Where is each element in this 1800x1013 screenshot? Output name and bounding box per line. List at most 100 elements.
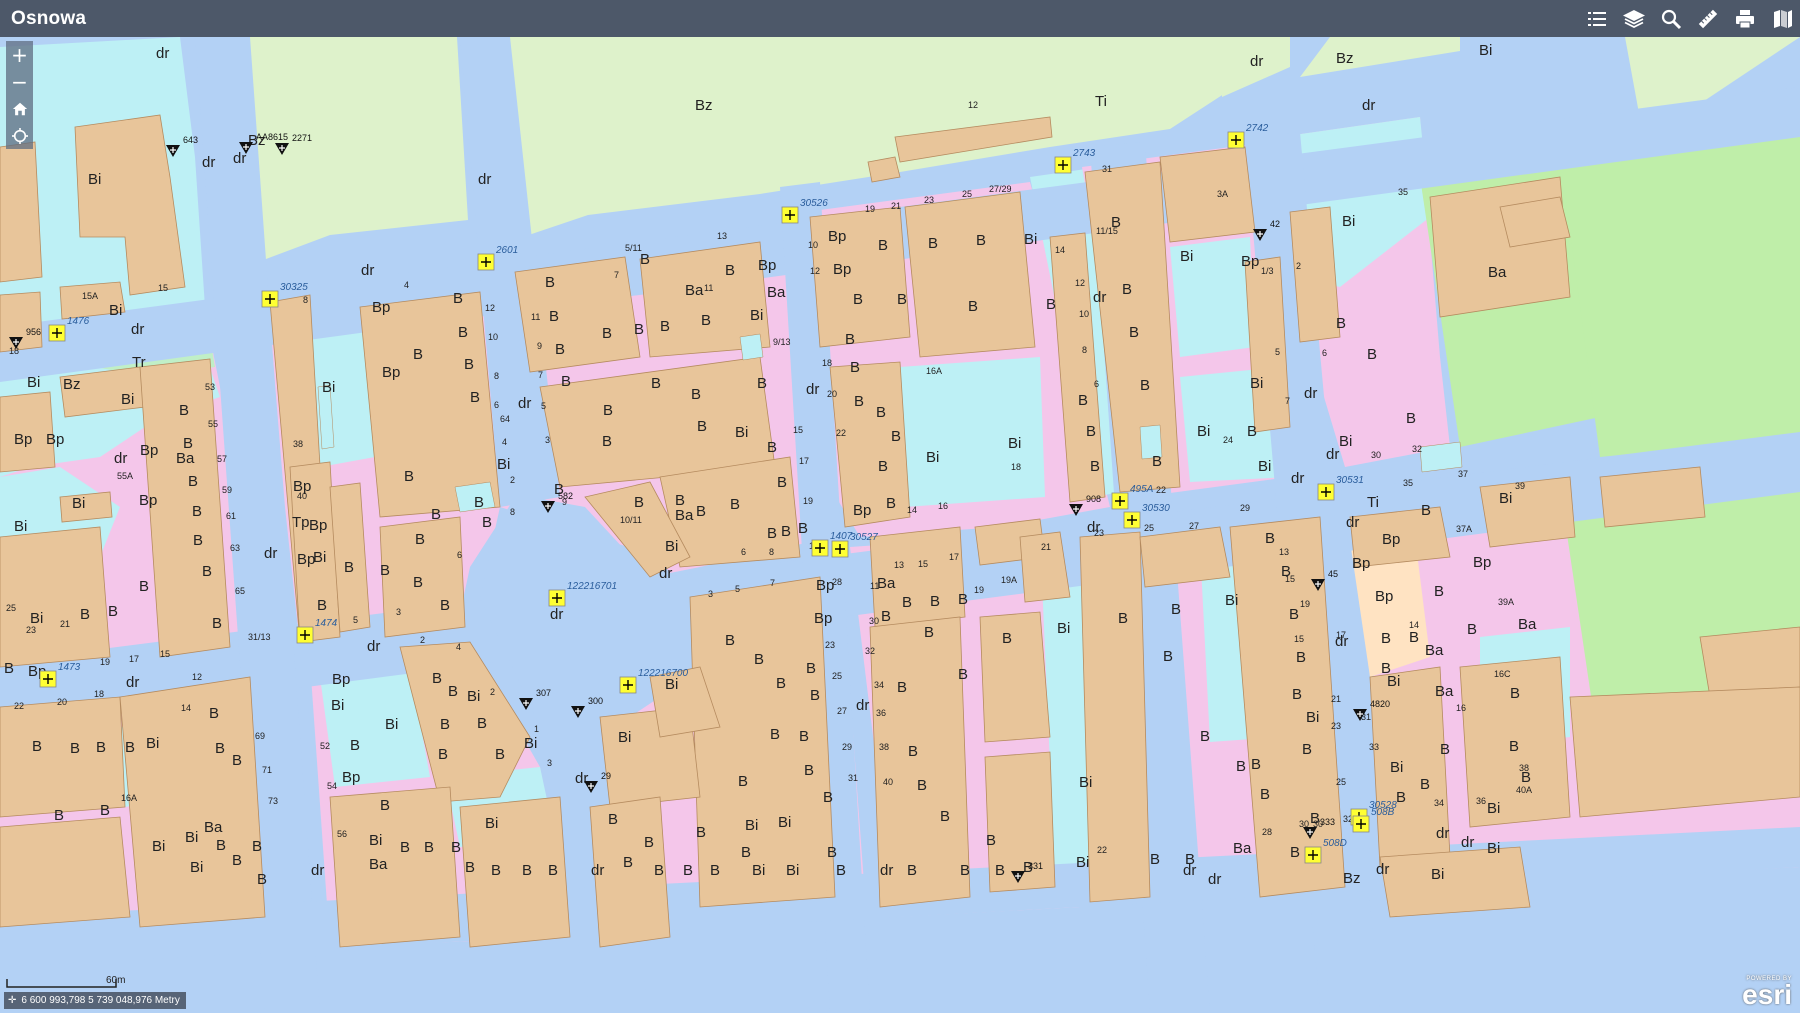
land-use-label: Bi [1387,673,1400,690]
benchmark-id: 643 [183,135,198,145]
house-number: 32 [865,646,875,656]
house-number: 16 [1456,703,1466,713]
land-use-label: Bp [309,517,327,534]
land-use-label: Bz [1343,870,1361,887]
land-use-label: B [1247,423,1257,440]
layers-icon[interactable] [1615,0,1652,37]
house-number: 8 [303,295,308,305]
land-use-label: B [634,494,644,511]
land-use-label: dr [1326,446,1339,463]
land-use-label: B [4,660,14,677]
land-use-label: dr [202,154,215,171]
land-use-label: dr [361,262,374,279]
home-icon [12,102,27,115]
land-use-label: B [1509,738,1519,755]
house-number: 55 [208,419,218,429]
land-use-label: Bi [88,171,101,188]
land-use-label: Bp [758,257,776,274]
control-point-id: 30531 [1336,475,1364,486]
house-number: 15 [1285,574,1295,584]
land-use-label: Bp [1473,554,1491,571]
land-use-label: B [1467,621,1477,638]
house-number: 28 [832,577,842,587]
land-use-label: B [654,862,664,879]
zoom-in-button[interactable]: + [6,41,33,68]
land-use-label: B [634,321,644,338]
land-use-label: B [1289,606,1299,623]
land-use-label: Bi [1057,620,1070,637]
land-use-label: Bi [322,379,335,396]
top-bar: Osnowa [0,0,1800,37]
land-use-label: B [798,520,808,537]
land-use-label: Bi [369,832,382,849]
locate-button[interactable] [6,122,33,149]
home-button[interactable] [6,95,33,122]
land-use-label: Bp [342,769,360,786]
land-use-label: Bp [14,431,32,448]
benchmark-id: 582 [558,491,573,501]
house-number: 15A [82,291,98,301]
land-use-label: dr [1291,470,1304,487]
land-use-label: Ba [1435,683,1454,700]
land-use-label: B [960,862,970,879]
land-use-label: B [432,670,442,687]
land-use-label: Bp [46,431,64,448]
land-use-label: B [767,525,777,542]
measure-icon[interactable] [1689,0,1726,37]
house-number: 8 [769,547,774,557]
house-number: 23 [825,640,835,650]
house-number: 71 [262,765,272,775]
land-use-label: Bi [1342,213,1355,230]
land-use-label: B [1200,728,1210,745]
zoom-out-button[interactable]: − [6,68,33,95]
land-use-label: B [725,632,735,649]
house-number: 28 [1262,827,1272,837]
land-use-label: B [424,839,434,856]
house-number: 6 [1094,379,1099,389]
land-use-label: dr [1093,289,1106,306]
house-number: 7 [770,578,775,588]
land-use-label: dr [311,862,324,879]
house-number: 52 [320,741,330,751]
house-number: 6 [494,400,499,410]
land-use-label: Bp [332,671,350,688]
basemap-gallery-icon[interactable] [1763,0,1800,37]
house-number: 22 [1097,845,1107,855]
house-number: 5 [353,615,358,625]
land-use-label: B [317,597,327,614]
house-number: 36 [876,708,886,718]
house-number: 18 [1011,462,1021,472]
land-use-label: dr [806,381,819,398]
land-use-label: B [930,593,940,610]
land-use-label: B [854,393,864,410]
search-icon[interactable] [1652,0,1689,37]
land-use-label: B [179,402,189,419]
land-use-label: B [770,726,780,743]
land-use-label: Bp [1241,253,1259,270]
land-use-label: Bi [385,716,398,733]
house-number: 22 [836,428,846,438]
house-number: 6 [741,547,746,557]
land-use-label: B [400,839,410,856]
land-use-label: B [1367,346,1377,363]
print-icon[interactable] [1726,0,1763,37]
map-view[interactable]: dr Bi dr dr Bz dr Bz Ti dr Bz dr Bi dr Bp B B B Bp Ba Ba B Bp… [0,37,1800,1013]
land-use-label: dr [1208,871,1221,888]
house-number: 1/3 [1261,266,1274,276]
land-use-label: B [54,807,64,824]
legend-list-icon[interactable] [1578,0,1615,37]
land-use-label: B [1292,686,1302,703]
land-use-label: dr [659,565,672,582]
land-use-label: Ba [1488,264,1507,281]
land-use-label: Bi [467,688,480,705]
land-use-label: dr [518,395,531,412]
house-number: 25 [962,189,972,199]
land-use-label: B [453,290,463,307]
land-use-label: B [907,862,917,879]
land-use-label: Ba [369,856,388,873]
house-number: 14 [907,505,917,515]
map-canvas[interactable]: drBidr drBzdrBz Tidr BzdrBidrBpBBBBpBa BaBBp… [0,37,1800,1013]
land-use-label: B [810,687,820,704]
house-number: 13 [717,231,727,241]
land-use-label: Bz [695,97,713,114]
